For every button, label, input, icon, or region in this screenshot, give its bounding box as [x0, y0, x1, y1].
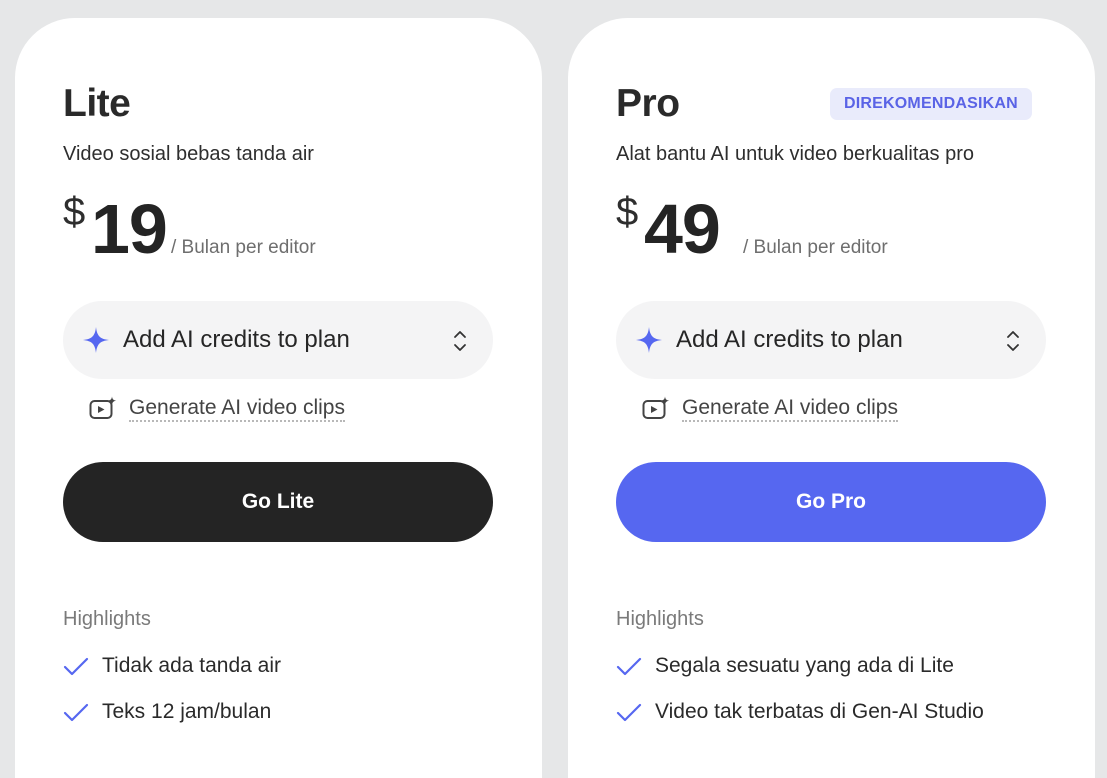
- chevron-up-down-icon: [1007, 331, 1019, 351]
- add-ai-credits-select[interactable]: Add AI credits to plan: [63, 301, 493, 379]
- check-icon: [63, 703, 89, 722]
- check-icon: [63, 657, 89, 676]
- add-ai-credits-label: Add AI credits to plan: [676, 326, 903, 353]
- feature-label: Teks 12 jam/bulan: [102, 700, 272, 723]
- chevron-up-down-icon: [454, 331, 466, 351]
- generate-ai-video-clips-link[interactable]: Generate AI video clips: [129, 396, 345, 422]
- sparkle-icon: [636, 327, 662, 353]
- plan-name: Pro: [616, 82, 680, 125]
- feature-label: Tidak ada tanda air: [102, 654, 282, 677]
- plan-card-lite: Lite Video sosial bebas tanda air $ 19 /…: [15, 18, 542, 778]
- generate-ai-video-clips-link[interactable]: Generate AI video clips: [682, 396, 898, 422]
- go-pro-button[interactable]: Go Pro: [616, 462, 1046, 542]
- price-currency: $: [616, 190, 639, 234]
- sparkle-icon: [83, 327, 109, 353]
- add-ai-credits-label: Add AI credits to plan: [123, 326, 350, 353]
- go-lite-button[interactable]: Go Lite: [63, 462, 493, 542]
- ai-video-clip-icon: [642, 396, 670, 419]
- price-period: / Bulan per editor: [171, 237, 316, 258]
- ai-video-clip-icon: [89, 396, 117, 419]
- check-icon: [616, 657, 642, 676]
- add-ai-credits-select[interactable]: Add AI credits to plan: [616, 301, 1046, 379]
- plan-subtitle: Video sosial bebas tanda air: [63, 143, 314, 165]
- highlights-title: Highlights: [616, 608, 704, 630]
- feature-label: Segala sesuatu yang ada di Lite: [655, 654, 954, 677]
- plan-subtitle: Alat bantu AI untuk video berkualitas pr…: [616, 143, 975, 165]
- plan-card-pro: Pro DIREKOMENDASIKAN Alat bantu AI untuk…: [568, 18, 1095, 778]
- price-period: / Bulan per editor: [743, 237, 888, 258]
- plan-name: Lite: [63, 82, 131, 125]
- price-amount: 49: [644, 190, 721, 268]
- price-currency: $: [63, 190, 86, 234]
- price-amount: 19: [91, 190, 168, 268]
- recommended-badge: DIREKOMENDASIKAN: [830, 88, 1032, 120]
- check-icon: [616, 703, 642, 722]
- highlights-title: Highlights: [63, 608, 151, 630]
- feature-label: Video tak terbatas di Gen-AI Studio: [655, 700, 984, 723]
